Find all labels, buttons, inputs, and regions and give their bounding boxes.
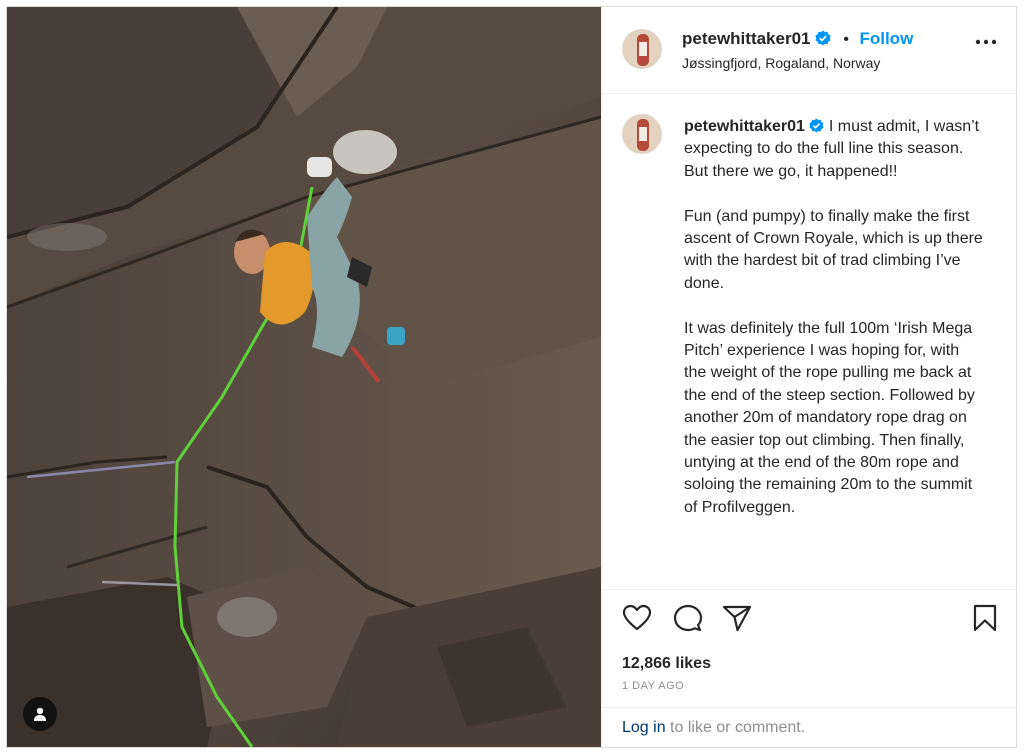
caption-text: petewhittaker01 I must admit, I wasn’t e… xyxy=(684,116,984,519)
bookmark-icon[interactable] xyxy=(972,604,998,632)
login-prompt: Log in to like or comment. xyxy=(602,707,1017,747)
avatar-image xyxy=(623,30,661,68)
instagram-post: petewhittaker01 • Follow Jøssingfjord, R… xyxy=(6,6,1017,748)
login-link[interactable]: Log in xyxy=(622,719,666,736)
post-side-panel: petewhittaker01 • Follow Jøssingfjord, R… xyxy=(601,7,1017,747)
login-suffix: to like or comment. xyxy=(665,719,806,736)
verified-badge-icon xyxy=(809,118,824,133)
comment-icon[interactable] xyxy=(673,604,703,632)
post-username[interactable]: petewhittaker01 xyxy=(682,29,811,48)
heart-icon[interactable] xyxy=(622,604,652,632)
post-date[interactable]: 1 DAY AGO xyxy=(622,680,684,692)
post-header: petewhittaker01 • Follow Jøssingfjord, R… xyxy=(602,7,1017,94)
user-tag-button[interactable] xyxy=(23,697,57,731)
avatar-image xyxy=(623,115,661,153)
caption-username[interactable]: petewhittaker01 xyxy=(684,118,805,135)
action-bar xyxy=(602,590,1017,642)
caption-paragraph-3: It was definitely the full 100m ‘Irish M… xyxy=(684,319,975,516)
caption-avatar[interactable] xyxy=(622,114,662,154)
paper-plane-icon[interactable] xyxy=(722,604,752,632)
avatar[interactable] xyxy=(622,29,662,69)
post-location[interactable]: Jøssingfjord, Rogaland, Norway xyxy=(682,55,880,71)
more-options-icon[interactable] xyxy=(975,39,997,45)
user-tag-icon xyxy=(34,707,46,721)
verified-badge-icon xyxy=(815,30,831,46)
climbing-photo xyxy=(7,7,601,747)
follow-button[interactable]: Follow xyxy=(859,29,913,48)
separator-dot: • xyxy=(843,31,850,48)
caption-paragraph-2: Fun (and pumpy) to finally make the firs… xyxy=(684,207,983,292)
post-photo[interactable] xyxy=(7,7,601,747)
caption-section: petewhittaker01 I must admit, I wasn’t e… xyxy=(602,94,1017,590)
likes-count[interactable]: 12,866 likes xyxy=(622,655,711,673)
